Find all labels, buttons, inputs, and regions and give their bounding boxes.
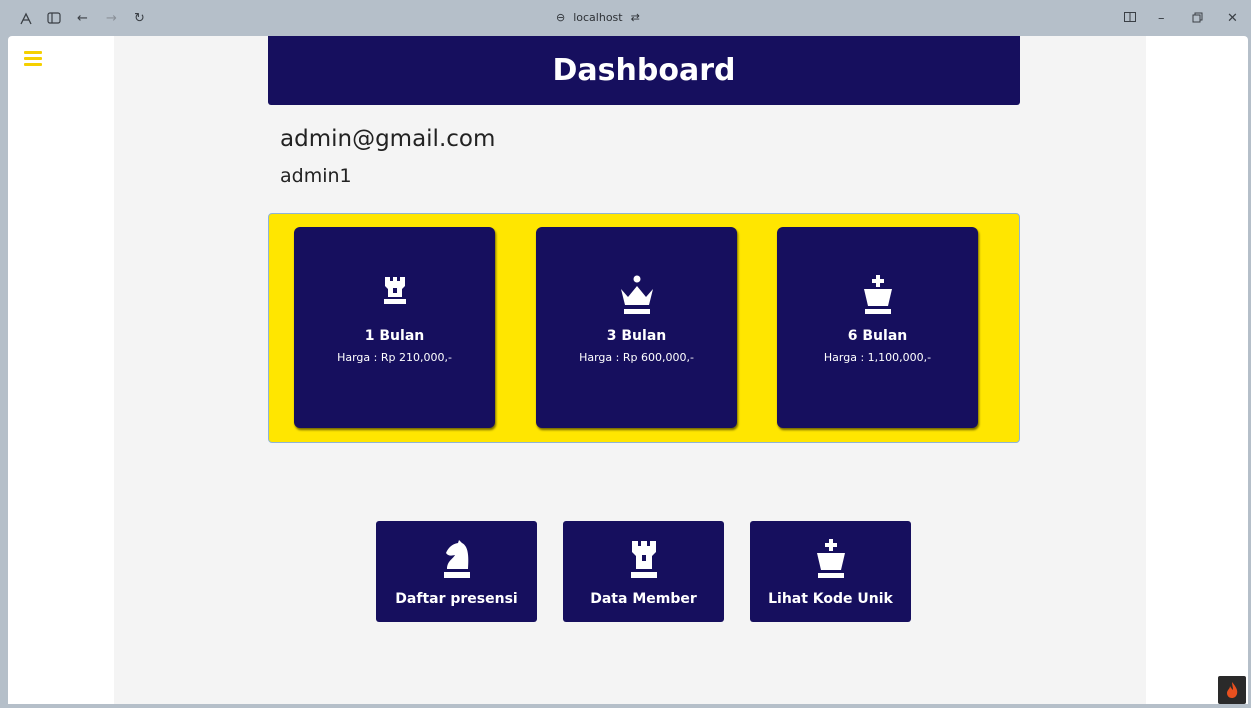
chess-king-icon [814, 539, 848, 583]
plan-card-6-bulan[interactable]: 6 Bulan Harga : 1,100,000,- [777, 227, 978, 428]
extensions-icon[interactable] [19, 12, 33, 29]
plan-name: 1 Bulan [364, 328, 425, 344]
plan-card-1-bulan[interactable]: 1 Bulan Harga : Rp 210,000,- [294, 227, 495, 428]
sidebar-toggle-icon[interactable] [47, 12, 61, 27]
site-info-icon[interactable]: ⊖ [556, 11, 565, 24]
plan-price: Harga : Rp 210,000,- [337, 351, 452, 364]
page-viewport: Dashboard admin@gmail.com admin1 1 Bulan… [8, 36, 1248, 704]
plan-price: Harga : Rp 600,000,- [579, 351, 694, 364]
address-text: localhost [573, 11, 623, 24]
chess-knight-icon [441, 539, 473, 583]
action-label: Daftar presensi [395, 591, 518, 607]
back-icon[interactable]: ← [77, 12, 88, 25]
main-content: Dashboard admin@gmail.com admin1 1 Bulan… [114, 36, 1146, 704]
reload-icon[interactable]: ↻ [134, 12, 145, 25]
chess-rook-icon [629, 539, 659, 583]
plan-card-3-bulan[interactable]: 3 Bulan Harga : Rp 600,000,- [536, 227, 737, 428]
plan-name: 3 Bulan [606, 328, 667, 344]
chess-queen-icon [619, 275, 655, 319]
minimize-icon[interactable]: – [1158, 12, 1165, 25]
plan-name: 6 Bulan [847, 328, 908, 344]
restore-icon[interactable] [1192, 12, 1203, 26]
page-title: Dashboard [268, 36, 1020, 105]
action-label: Lihat Kode Unik [768, 591, 893, 607]
forward-icon[interactable]: → [106, 12, 117, 25]
chess-rook-icon [382, 275, 408, 309]
daftar-presensi-button[interactable]: Daftar presensi [376, 521, 537, 622]
action-label: Data Member [590, 591, 697, 607]
data-member-button[interactable]: Data Member [563, 521, 724, 622]
plan-price: Harga : 1,100,000,- [823, 351, 932, 364]
close-icon[interactable]: ✕ [1227, 12, 1238, 25]
user-email: admin@gmail.com [280, 126, 496, 152]
debug-toolbar-icon[interactable] [1218, 676, 1246, 704]
plans-panel: 1 Bulan Harga : Rp 210,000,- 3 Bulan Har… [268, 213, 1020, 443]
address-bar[interactable]: ⊖ localhost ⇄ [556, 11, 640, 24]
user-name: admin1 [280, 165, 352, 187]
split-view-icon[interactable] [1124, 12, 1136, 25]
chess-king-icon [861, 275, 895, 319]
tune-icon[interactable]: ⇄ [631, 11, 640, 24]
browser-chrome: ← → ↻ ⊖ localhost ⇄ – ✕ [0, 0, 1251, 36]
lihat-kode-unik-button[interactable]: Lihat Kode Unik [750, 521, 911, 622]
menu-icon[interactable] [24, 51, 42, 66]
